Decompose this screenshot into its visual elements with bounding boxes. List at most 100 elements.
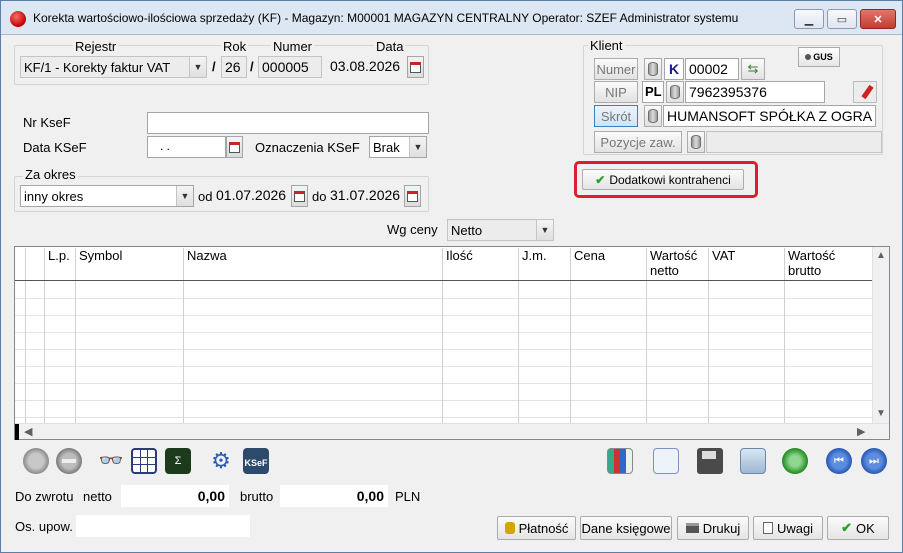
chevron-down-icon[interactable]: ▼: [176, 186, 193, 206]
dane-ksiegowe-button[interactable]: Dane księgowe: [580, 516, 672, 540]
numer-field[interactable]: 000005: [258, 56, 322, 78]
scroll-left-icon[interactable]: ◀: [24, 425, 32, 438]
ok-button[interactable]: ✔ OK: [827, 516, 889, 540]
table-grid-icon[interactable]: [131, 448, 157, 474]
last-record-icon[interactable]: ⏭: [861, 448, 887, 474]
coins-icon: [504, 522, 515, 534]
nr-ksef-input[interactable]: [147, 112, 429, 134]
horizontal-scrollbar[interactable]: ◀ ▶: [15, 423, 889, 440]
check-icon: ✔: [841, 520, 853, 535]
skrot-button[interactable]: Skrót: [594, 105, 638, 127]
first-record-icon[interactable]: ⏮: [826, 448, 852, 474]
netto-value: 0,00: [121, 485, 229, 507]
oznaczenia-ksef-select[interactable]: Brak ▼: [369, 136, 427, 158]
header-divider: [15, 280, 872, 281]
od-calendar-button[interactable]: [291, 185, 308, 207]
chevron-down-icon[interactable]: ▼: [189, 57, 206, 77]
maximize-button[interactable]: ▭: [827, 9, 857, 29]
chart-icon[interactable]: [607, 448, 633, 474]
numer-button[interactable]: Numer: [594, 58, 638, 80]
od-label: od: [198, 189, 213, 204]
pozycje-zaw-button[interactable]: Pozycje zaw.: [594, 131, 682, 153]
skrot-db-button[interactable]: [644, 105, 662, 127]
scroll-up-icon[interactable]: ▲: [876, 250, 886, 261]
os-upow-input[interactable]: [76, 515, 250, 537]
data-ksef-label: Data KSeF: [23, 140, 87, 155]
document-icon[interactable]: [653, 448, 679, 474]
rok-field[interactable]: 26: [221, 56, 247, 78]
wg-ceny-value: Netto: [451, 223, 483, 238]
column-header-symbol[interactable]: Symbol: [75, 248, 183, 280]
klient-label: Klient: [588, 38, 625, 53]
items-table[interactable]: L.p. Symbol Nazwa Ilość J.m. Cena Wartoś…: [14, 246, 890, 440]
minimize-button[interactable]: ▁: [794, 9, 824, 29]
calendar-button[interactable]: [407, 56, 424, 78]
scroll-down-icon[interactable]: ▼: [876, 408, 886, 419]
uwagi-button[interactable]: Uwagi: [753, 516, 823, 540]
pencil-icon: [861, 84, 874, 100]
scroll-right-icon[interactable]: ▶: [857, 425, 865, 438]
ksef-icon[interactable]: KSeF: [243, 448, 269, 474]
column-header-wartosc-brutto[interactable]: Wartość brutto: [784, 248, 871, 280]
data-ksef-calendar-button[interactable]: [226, 136, 243, 158]
separator: /: [250, 59, 254, 74]
scroll-thumb[interactable]: [15, 424, 19, 440]
save-icon[interactable]: [697, 448, 723, 474]
add-icon[interactable]: [23, 448, 49, 474]
binoculars-icon[interactable]: 👓: [98, 448, 124, 474]
za-okres-select[interactable]: inny okres ▼: [20, 185, 194, 207]
numer-label: Numer: [271, 39, 315, 54]
row-selector-header: [15, 248, 25, 280]
uwagi-label: Uwagi: [776, 520, 814, 536]
column-header-ilosc[interactable]: Ilość: [442, 248, 518, 280]
gears-icon[interactable]: ⚙: [208, 448, 234, 474]
edit-button[interactable]: [853, 81, 877, 103]
chevron-down-icon[interactable]: ▼: [536, 220, 553, 240]
skrot-input[interactable]: HUMANSOFT SPÓŁKA Z OGRA: [663, 105, 876, 127]
row-divider: [15, 298, 872, 299]
sum-icon[interactable]: Σ: [165, 448, 191, 474]
column-header-cena[interactable]: Cena: [570, 248, 646, 280]
brutto-value: 0,00: [280, 485, 388, 507]
nip-button[interactable]: NIP: [594, 81, 638, 103]
ok-label: OK: [856, 520, 875, 536]
data-ksef-input[interactable]: . .: [147, 136, 226, 158]
do-zwrotu-label: Do zwrotu: [15, 489, 74, 504]
dodatkowi-kontrahenci-label: Dodatkowi kontrahenci: [609, 172, 731, 187]
do-date: 31.07.2026: [330, 187, 401, 203]
handshake-button[interactable]: ⇆: [741, 58, 765, 80]
windows-icon[interactable]: [740, 448, 766, 474]
row-divider: [15, 417, 872, 418]
column-header-nazwa[interactable]: Nazwa: [183, 248, 442, 280]
wg-ceny-select[interactable]: Netto ▼: [447, 219, 554, 241]
chevron-down-icon[interactable]: ▼: [409, 137, 426, 157]
row-divider: [15, 400, 872, 401]
pozycje-db-button[interactable]: [687, 131, 705, 153]
numer-db-button[interactable]: [644, 58, 662, 80]
delete-icon[interactable]: [56, 448, 82, 474]
column-divider: [75, 281, 76, 424]
pozycje-zaw-input[interactable]: [706, 131, 882, 153]
printer-icon: [685, 523, 699, 533]
rejestr-select[interactable]: KF/1 - Korekty faktur VAT ▼: [20, 56, 207, 78]
refresh-icon[interactable]: [782, 448, 808, 474]
column-header-jm[interactable]: J.m.: [518, 248, 570, 280]
nip-db-button[interactable]: [666, 81, 684, 103]
dodatkowi-kontrahenci-button[interactable]: ✔ Dodatkowi kontrahenci: [582, 169, 744, 190]
nip-input[interactable]: 7962395376: [685, 81, 825, 103]
vertical-scrollbar[interactable]: ▲ ▼: [872, 247, 889, 423]
column-header-wartosc-netto[interactable]: Wartość netto: [646, 248, 708, 280]
nr-ksef-label: Nr KseF: [23, 115, 71, 130]
drukuj-button[interactable]: Drukuj: [677, 516, 749, 540]
column-header-lp[interactable]: L.p.: [44, 248, 75, 280]
numer-input[interactable]: 00002: [685, 58, 739, 80]
window-title: Korekta wartościowo-ilościowa sprzedaży …: [33, 11, 739, 25]
gus-button[interactable]: GUS: [798, 47, 840, 67]
column-header-vat[interactable]: VAT: [708, 248, 784, 280]
gus-icon: [805, 54, 812, 60]
platnosc-button[interactable]: Płatność: [497, 516, 576, 540]
do-calendar-button[interactable]: [404, 185, 421, 207]
close-button[interactable]: ✕: [860, 9, 896, 29]
column-divider: [784, 281, 785, 424]
row-divider: [15, 366, 872, 367]
